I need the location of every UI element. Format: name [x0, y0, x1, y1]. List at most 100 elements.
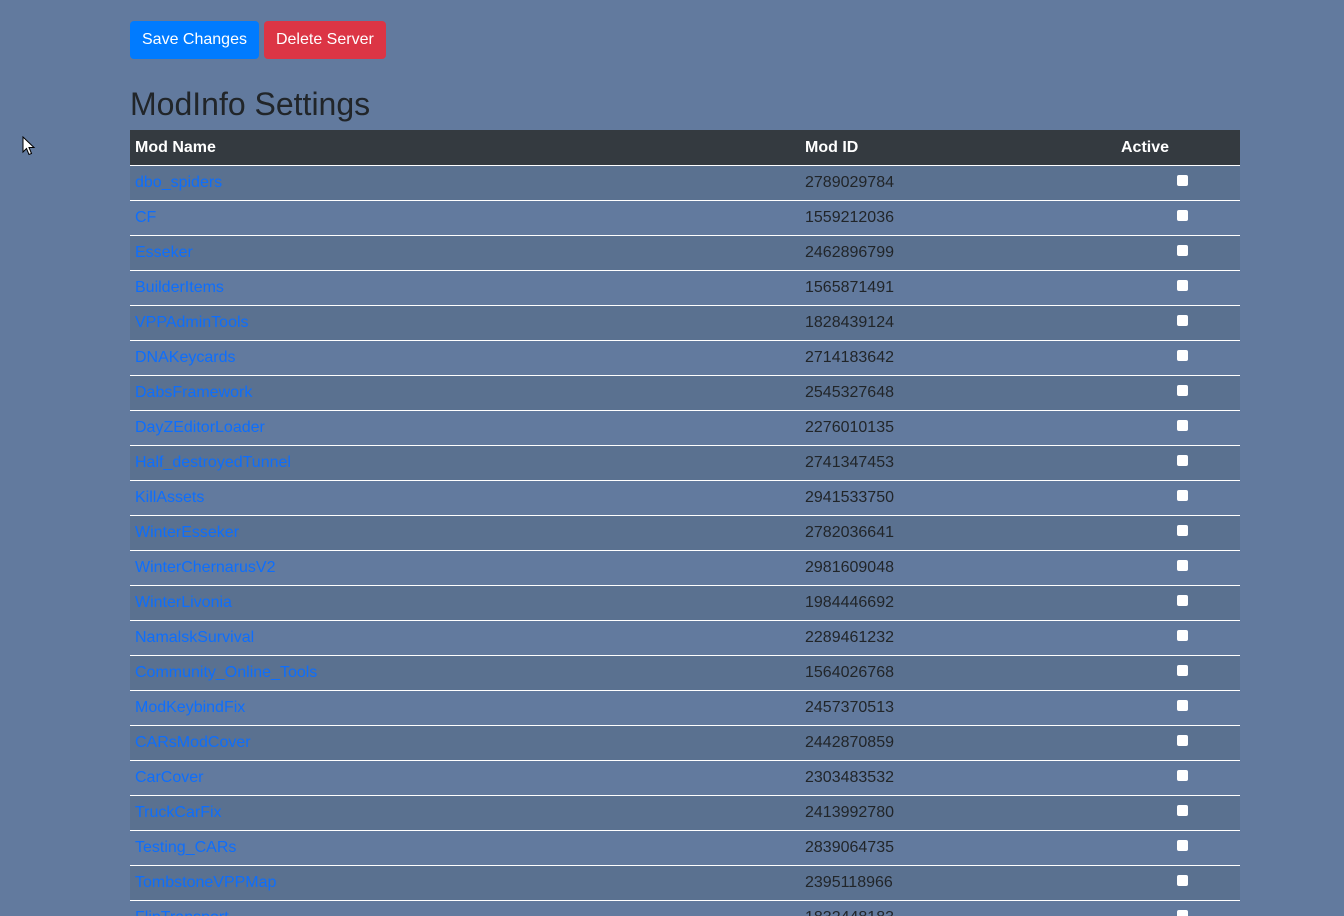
mod-id-cell: 2714183642 — [800, 340, 1050, 376]
mod-name-link[interactable]: TombstoneVPPMap — [135, 874, 276, 891]
table-row: DNAKeycards 2714183642 — [130, 340, 1240, 376]
mod-name-link[interactable]: WinterEsseker — [135, 524, 239, 541]
mod-name-link[interactable]: Testing_CARs — [135, 839, 236, 856]
table-row: FlipTransport 1832448183 — [130, 900, 1240, 916]
table-row: Esseker 2462896799 — [130, 235, 1240, 271]
active-cell — [1050, 410, 1240, 446]
mod-name-cell: WinterChernarusV2 — [130, 550, 800, 586]
table-row: CarCover 2303483532 — [130, 760, 1240, 796]
mod-name-link[interactable]: CF — [135, 209, 156, 226]
active-cell — [1050, 445, 1240, 481]
active-checkbox[interactable] — [1177, 455, 1188, 467]
mod-id-cell: 2395118966 — [800, 865, 1050, 901]
mod-name-cell: dbo_spiders — [130, 165, 800, 201]
active-checkbox[interactable] — [1177, 630, 1188, 642]
active-checkbox[interactable] — [1177, 490, 1188, 502]
table-row: KillAssets 2941533750 — [130, 480, 1240, 516]
active-checkbox[interactable] — [1177, 840, 1188, 852]
active-checkbox[interactable] — [1177, 280, 1188, 292]
mod-name-link[interactable]: Community_Online_Tools — [135, 664, 317, 681]
mod-name-link[interactable]: KillAssets — [135, 489, 204, 506]
mod-name-link[interactable]: DNAKeycards — [135, 349, 235, 366]
active-checkbox[interactable] — [1177, 700, 1188, 712]
mod-id-cell: 1828439124 — [800, 305, 1050, 341]
mod-name-link[interactable]: BuilderItems — [135, 279, 224, 296]
table-row: dbo_spiders 2789029784 — [130, 165, 1240, 201]
active-checkbox[interactable] — [1177, 665, 1188, 677]
mod-id-cell: 1832448183 — [800, 900, 1050, 916]
mod-id-cell: 1559212036 — [800, 200, 1050, 236]
active-checkbox[interactable] — [1177, 910, 1188, 916]
mod-name-cell: DNAKeycards — [130, 340, 800, 376]
active-cell — [1050, 585, 1240, 621]
mod-name-link[interactable]: DabsFramework — [135, 384, 252, 401]
active-checkbox[interactable] — [1177, 560, 1188, 572]
mod-id-cell: 2289461232 — [800, 620, 1050, 656]
table-row: TombstoneVPPMap 2395118966 — [130, 865, 1240, 901]
active-checkbox[interactable] — [1177, 175, 1188, 187]
mod-name-link[interactable]: Half_destroyedTunnel — [135, 454, 291, 471]
active-checkbox[interactable] — [1177, 805, 1188, 817]
active-checkbox[interactable] — [1177, 525, 1188, 537]
mod-name-link[interactable]: Esseker — [135, 244, 193, 261]
mod-name-cell: Half_destroyedTunnel — [130, 445, 800, 481]
active-checkbox[interactable] — [1177, 875, 1188, 887]
active-checkbox[interactable] — [1177, 385, 1188, 397]
mod-name-link[interactable]: CarCover — [135, 769, 203, 786]
table-body: dbo_spiders 2789029784 CF 1559212036 Esseker… — [130, 165, 1240, 916]
table-row: ModKeybindFix 2457370513 — [130, 690, 1240, 726]
mod-name-link[interactable]: ModKeybindFix — [135, 699, 245, 716]
active-checkbox[interactable] — [1177, 735, 1188, 747]
page-title: ModInfo Settings — [130, 86, 371, 122]
mod-id-cell: 2457370513 — [800, 690, 1050, 726]
mod-name-cell: WinterEsseker — [130, 515, 800, 551]
active-cell — [1050, 725, 1240, 761]
active-checkbox[interactable] — [1177, 420, 1188, 432]
mouse-pointer-icon — [22, 136, 36, 156]
active-checkbox[interactable] — [1177, 315, 1188, 327]
mod-name-cell: Testing_CARs — [130, 830, 800, 866]
active-checkbox[interactable] — [1177, 595, 1188, 607]
mod-name-cell: BuilderItems — [130, 270, 800, 306]
mod-name-link[interactable]: WinterLivonia — [135, 594, 232, 611]
mod-name-link[interactable]: dbo_spiders — [135, 174, 222, 191]
mod-id-cell: 2782036641 — [800, 515, 1050, 551]
table-row: NamalskSurvival 2289461232 — [130, 620, 1240, 656]
table-row: Testing_CARs 2839064735 — [130, 830, 1240, 866]
mod-name-cell: Community_Online_Tools — [130, 655, 800, 691]
active-checkbox[interactable] — [1177, 350, 1188, 362]
mod-name-cell: TombstoneVPPMap — [130, 865, 800, 901]
mod-name-link[interactable]: FlipTransport — [135, 909, 229, 916]
mod-id-cell: 2741347453 — [800, 445, 1050, 481]
active-checkbox[interactable] — [1177, 770, 1188, 782]
mod-id-cell: 1564026768 — [800, 655, 1050, 691]
active-cell — [1050, 375, 1240, 411]
active-cell — [1050, 795, 1240, 831]
mod-id-cell: 2276010135 — [800, 410, 1050, 446]
table-row: CF 1559212036 — [130, 200, 1240, 236]
active-cell — [1050, 235, 1240, 271]
mod-name-cell: CarCover — [130, 760, 800, 796]
active-cell — [1050, 655, 1240, 691]
mod-name-link[interactable]: TruckCarFix — [135, 804, 222, 821]
delete-server-button[interactable]: Delete Server — [263, 21, 386, 59]
mod-id-cell: 2789029784 — [800, 165, 1050, 201]
mod-name-link[interactable]: WinterChernarusV2 — [135, 559, 276, 576]
active-cell — [1050, 165, 1240, 201]
active-checkbox[interactable] — [1177, 245, 1188, 257]
mod-name-link[interactable]: CARsModCover — [135, 734, 251, 751]
active-cell — [1050, 760, 1240, 796]
mod-id-cell: 2981609048 — [800, 550, 1050, 586]
mod-name-cell: Esseker — [130, 235, 800, 271]
active-cell — [1050, 865, 1240, 901]
mod-name-link[interactable]: DayZEditorLoader — [135, 419, 265, 436]
active-cell — [1050, 305, 1240, 341]
table-header-row: Mod Name Mod ID Active — [130, 130, 1240, 166]
active-checkbox[interactable] — [1177, 210, 1188, 222]
active-cell — [1050, 480, 1240, 516]
mod-id-cell: 2839064735 — [800, 830, 1050, 866]
mod-name-link[interactable]: VPPAdminTools — [135, 314, 249, 331]
mod-name-link[interactable]: NamalskSurvival — [135, 629, 254, 646]
mod-id-cell: 2303483532 — [800, 760, 1050, 796]
save-changes-button[interactable]: Save Changes — [130, 21, 259, 59]
